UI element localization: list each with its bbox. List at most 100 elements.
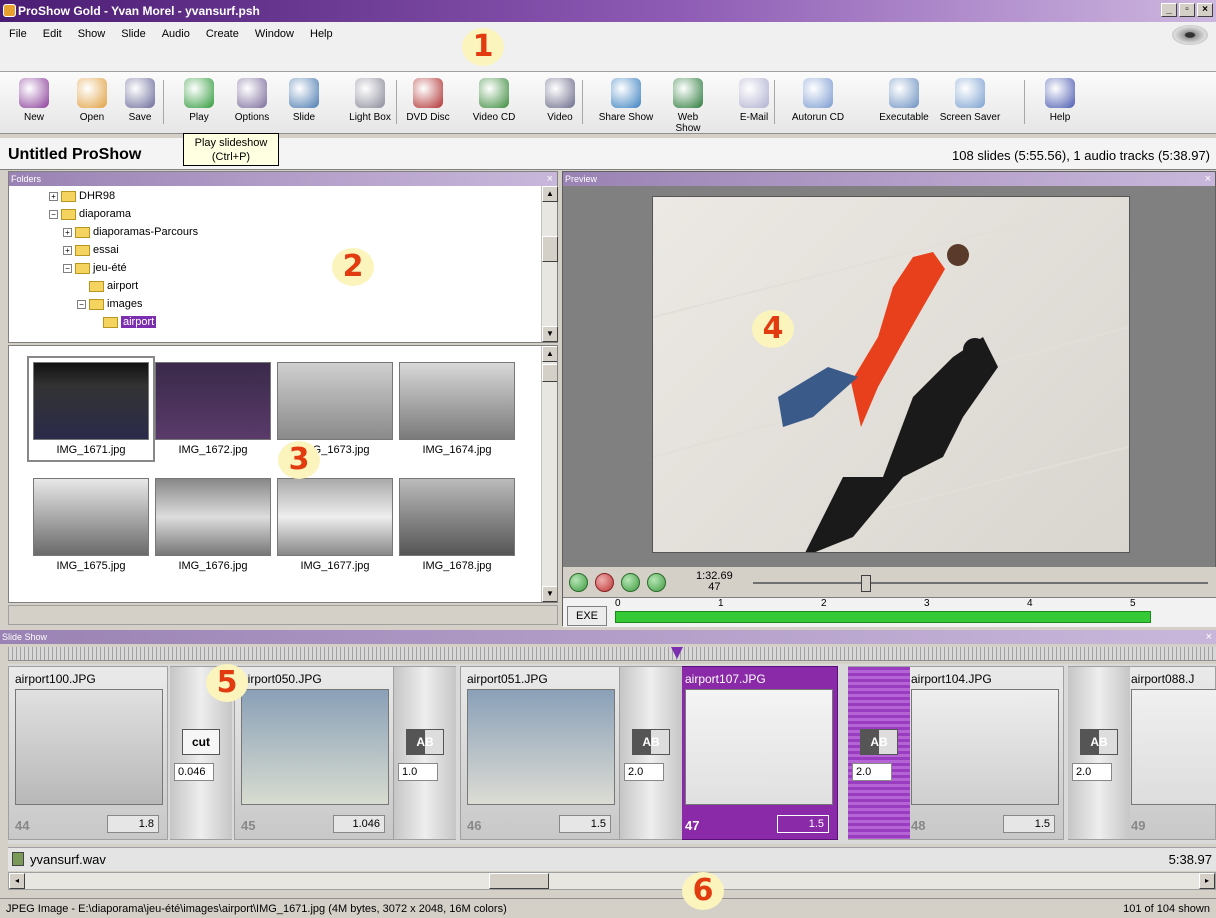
menu-audio[interactable]: Audio [159, 27, 193, 41]
menu-create[interactable]: Create [203, 27, 242, 41]
cut-transition-icon[interactable]: cut [182, 729, 220, 755]
open-button[interactable]: Open [68, 78, 116, 123]
position-slider[interactable] [753, 582, 1208, 584]
expand-toggle-icon[interactable]: + [49, 191, 58, 201]
thumbnail-item[interactable]: IMG_1671.jpg [27, 356, 155, 462]
crossfade-transition-icon[interactable]: AB [1080, 729, 1118, 755]
slide-item[interactable]: airport107.JPG 47 1.5 [678, 666, 838, 840]
scroll-down-icon[interactable]: ▼ [542, 586, 557, 602]
slide-duration[interactable]: 1.5 [777, 815, 829, 833]
slide-duration[interactable]: 1.8 [107, 815, 159, 833]
videocd-button[interactable]: Video CD [470, 78, 518, 123]
scroll-left-icon[interactable]: ◂ [9, 873, 25, 889]
help-button[interactable]: Help [1036, 78, 1084, 123]
next-icon[interactable] [647, 573, 666, 592]
thumbnail-item[interactable]: IMG_1675.jpg [33, 478, 149, 572]
scroll-down-icon[interactable]: ▼ [542, 326, 558, 342]
crossfade-transition-icon[interactable]: AB [406, 729, 444, 755]
folder-node[interactable]: airport [77, 278, 138, 294]
autorun-button[interactable]: Autorun CD [786, 78, 850, 123]
crossfade-transition-icon[interactable]: AB [860, 729, 898, 755]
strip-scrollbar[interactable]: ◂ ▸ [8, 872, 1216, 890]
folder-node[interactable]: − images [77, 296, 142, 312]
slide-button[interactable]: Slide [280, 78, 328, 123]
folder-node[interactable]: − jeu-été [63, 260, 127, 276]
timeline-bar[interactable] [615, 611, 1151, 623]
slide-duration[interactable]: 1.5 [1003, 815, 1055, 833]
dvd-button[interactable]: DVD Disc [404, 78, 452, 123]
folder-node[interactable]: + DHR98 [49, 188, 115, 204]
transition-item[interactable]: AB 2.0 [620, 666, 682, 840]
transition-item[interactable]: AB 1.0 [394, 666, 456, 840]
transition-item[interactable]: AB 2.0 [1068, 666, 1130, 840]
transition-duration[interactable]: 1.0 [398, 763, 438, 781]
show-title[interactable]: Untitled ProShow [8, 146, 141, 164]
scroll-thumb[interactable] [542, 236, 558, 262]
expand-toggle-icon[interactable]: + [63, 227, 72, 237]
share-button[interactable]: Share Show [594, 78, 658, 123]
slider-handle[interactable] [861, 575, 871, 592]
transition-duration[interactable]: 0.046 [174, 763, 214, 781]
scroll-thumb[interactable] [489, 873, 549, 889]
transition-duration[interactable]: 2.0 [852, 763, 892, 781]
screensaver-button[interactable]: Screen Saver [938, 78, 1002, 123]
scroll-thumb[interactable] [542, 364, 557, 382]
maximize-button[interactable]: ▫ [1179, 3, 1195, 17]
scroll-up-icon[interactable]: ▲ [542, 346, 557, 362]
stop-icon[interactable] [595, 573, 614, 592]
thumbnail-item[interactable]: IMG_1672.jpg [155, 362, 271, 456]
scroll-right-icon[interactable]: ▸ [1199, 873, 1215, 889]
video-button[interactable]: Video [536, 78, 584, 123]
transition-duration[interactable]: 2.0 [1072, 763, 1112, 781]
menu-file[interactable]: File [6, 27, 30, 41]
expand-toggle-icon[interactable]: − [63, 263, 72, 273]
folder-node[interactable]: − diaporama [49, 206, 131, 222]
email-button[interactable]: E-Mail [732, 78, 776, 123]
scroll-up-icon[interactable]: ▲ [542, 186, 558, 202]
expand-toggle-icon[interactable]: − [49, 209, 58, 219]
prev-icon[interactable] [621, 573, 640, 592]
folders-close-icon[interactable]: × [547, 172, 553, 186]
minimize-button[interactable]: _ [1161, 3, 1177, 17]
play-icon[interactable] [569, 573, 588, 592]
thumbnail-item[interactable]: IMG_1678.jpg [399, 478, 515, 572]
transition-item[interactable]: AB 2.0 [848, 666, 910, 840]
expand-toggle-icon[interactable]: − [77, 299, 86, 309]
preview-close-icon[interactable]: × [1205, 172, 1211, 186]
web-button[interactable]: Web Show [664, 78, 712, 134]
folder-node[interactable]: + diaporamas-Parcours [63, 224, 198, 240]
folder-node[interactable]: airport [91, 314, 157, 330]
options-button[interactable]: Options [228, 78, 276, 123]
playhead-marker-icon[interactable] [671, 647, 683, 659]
crossfade-transition-icon[interactable]: AB [632, 729, 670, 755]
transition-duration[interactable]: 2.0 [624, 763, 664, 781]
folder-node[interactable]: + essai [63, 242, 119, 258]
menu-show[interactable]: Show [75, 27, 109, 41]
slide-item[interactable]: airport104.JPG 48 1.5 [904, 666, 1064, 840]
slide-duration[interactable]: 1.5 [559, 815, 611, 833]
thumbnail-item[interactable]: IMG_1677.jpg [277, 478, 393, 572]
slide-item[interactable]: airport100.JPG 44 1.8 [8, 666, 168, 840]
thumbs-scrollbar[interactable]: ▲ ▼ [541, 346, 557, 602]
slide-duration[interactable]: 1.046 [333, 815, 385, 833]
slideshow-close-icon[interactable]: × [1206, 630, 1212, 644]
menu-edit[interactable]: Edit [40, 27, 65, 41]
audio-track[interactable]: yvansurf.wav 5:38.97 [8, 847, 1216, 871]
slide-item[interactable]: airport051.JPG 46 1.5 [460, 666, 620, 840]
folders-scrollbar[interactable]: ▲ ▼ [541, 186, 558, 342]
thumbnail-item[interactable]: IMG_1674.jpg [399, 362, 515, 456]
expand-toggle-icon[interactable]: + [63, 245, 72, 255]
slideshow-ruler[interactable] [8, 647, 1216, 661]
slide-item[interactable]: airport050.JPG 45 1.046 [234, 666, 394, 840]
menu-slide[interactable]: Slide [118, 27, 148, 41]
new-button[interactable]: New [10, 78, 58, 123]
menu-help[interactable]: Help [307, 27, 336, 41]
lightbox-button[interactable]: Light Box [338, 78, 402, 123]
slide-item[interactable]: airport088.J 49 [1124, 666, 1216, 840]
save-button[interactable]: Save [116, 78, 164, 123]
play-button[interactable]: Play [175, 78, 223, 123]
thumbnail-item[interactable]: IMG_1676.jpg [155, 478, 271, 572]
close-button[interactable]: × [1197, 3, 1213, 17]
menu-window[interactable]: Window [252, 27, 297, 41]
exe-button[interactable]: Executable [872, 78, 936, 123]
